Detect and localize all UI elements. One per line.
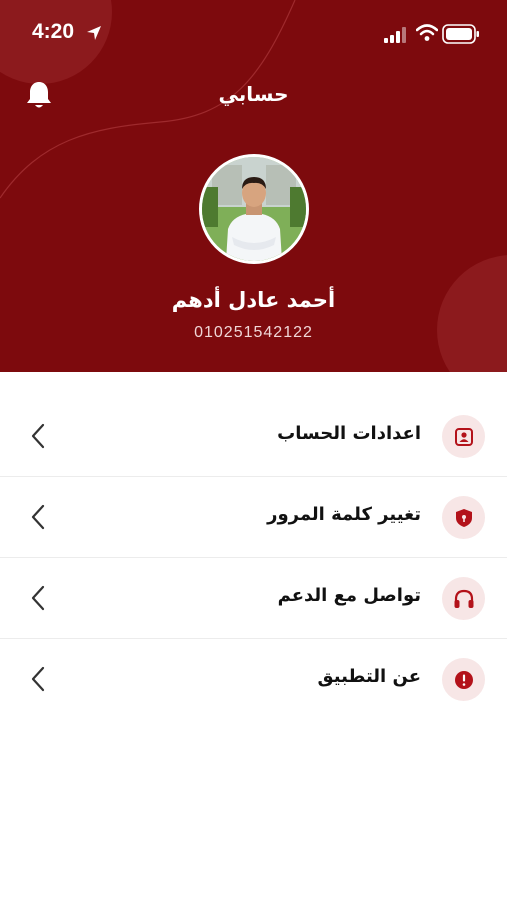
avatar[interactable] — [199, 154, 309, 264]
user-phone: 010251542122 — [194, 324, 313, 341]
menu-item-label: اعدادات الحساب — [277, 423, 421, 444]
shield-lock-icon — [455, 508, 472, 527]
menu-icon-bg — [442, 577, 485, 620]
menu-item-change-password[interactable]: تغيير كلمة المرور — [0, 477, 507, 558]
menu-icon-bg — [442, 658, 485, 701]
chevron-left-icon — [31, 504, 45, 530]
menu-item-about-app[interactable]: عن التطبيق — [0, 639, 507, 720]
menu-item-label: تواصل مع الدعم — [277, 585, 421, 606]
location-arrow-icon — [87, 26, 101, 40]
info-icon — [454, 670, 473, 689]
user-name: أحمد عادل أدهم — [171, 288, 336, 312]
headphones-icon — [454, 589, 473, 608]
menu-icon-bg — [442, 496, 485, 539]
wifi-icon — [416, 24, 438, 41]
menu-icon-bg — [442, 415, 485, 458]
menu-item-account-settings[interactable]: اعدادات الحساب — [0, 396, 507, 477]
chevron-left-icon — [31, 666, 45, 692]
menu-item-label: عن التطبيق — [317, 666, 422, 687]
status-bar: 4:20 — [0, 0, 507, 66]
status-time: 4:20 — [32, 20, 75, 43]
chevron-left-icon — [31, 423, 45, 449]
page-title: حسابي — [218, 82, 289, 106]
battery-icon — [442, 24, 479, 44]
cellular-signal-icon — [384, 27, 406, 43]
menu-item-contact-support[interactable]: تواصل مع الدعم — [0, 558, 507, 639]
chevron-left-icon — [31, 585, 45, 611]
settings-menu: اعدادات الحساب تغيير كلمة المرور تواصل م… — [0, 396, 507, 720]
menu-item-label: تغيير كلمة المرور — [267, 504, 421, 525]
user-card-icon — [454, 427, 473, 446]
profile-header: 4:20 حسابي أحمد عادل أدهم 010251542122 — [0, 0, 507, 372]
avatar-photo — [202, 157, 306, 261]
